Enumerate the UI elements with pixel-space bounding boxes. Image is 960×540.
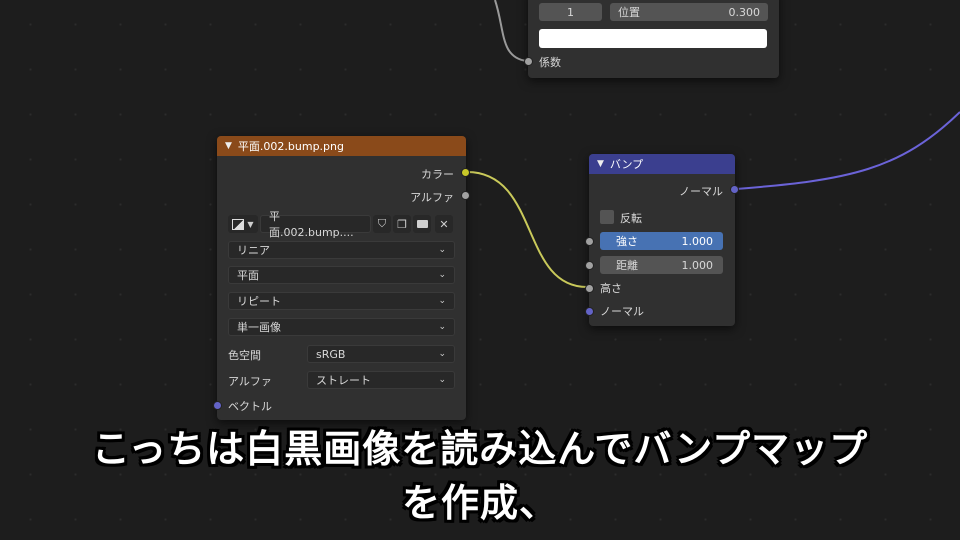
image-node-title: 平面.002.bump.png	[237, 140, 344, 153]
position-field[interactable]: 位置 0.300	[610, 3, 768, 21]
chevron-down-icon: ⌄	[438, 375, 446, 385]
unlink-button[interactable]: ✕	[435, 215, 453, 233]
distance-slider[interactable]: 距離 1.000	[600, 256, 723, 274]
distance-input-socket[interactable]	[585, 261, 594, 270]
bump-node-title: バンプ	[609, 158, 644, 171]
chevron-down-icon: ⌄	[438, 322, 446, 332]
interpolation-select[interactable]: リニア ⌄	[228, 241, 455, 259]
colorspace-value: sRGB	[316, 347, 346, 361]
duplicate-button[interactable]: ❐	[393, 215, 411, 233]
projection-select[interactable]: 平面 ⌄	[228, 266, 455, 284]
open-file-button[interactable]	[413, 215, 431, 233]
colorspace-select[interactable]: sRGB ⌄	[307, 345, 455, 363]
link-factor	[494, 0, 528, 62]
position-label: 位置	[618, 6, 640, 19]
close-icon: ✕	[439, 217, 449, 231]
color-swatch[interactable]	[539, 29, 767, 48]
source-select[interactable]: 単一画像 ⌄	[228, 318, 455, 336]
strength-label: 強さ	[616, 235, 638, 248]
image-name: 平面.002.bump....	[269, 210, 354, 239]
fake-user-button[interactable]: ⛉	[373, 215, 391, 233]
interpolation-value: リニア	[237, 244, 270, 257]
strength-input-socket[interactable]	[585, 237, 594, 246]
normal-output-socket[interactable]	[730, 185, 739, 194]
strength-value: 1.000	[681, 234, 714, 248]
invert-checkbox[interactable]	[600, 210, 614, 224]
factor-label: 係数	[539, 56, 561, 69]
image-browse-button[interactable]: ▼	[228, 215, 258, 233]
projection-value: 平面	[237, 269, 259, 282]
color-output-socket[interactable]	[461, 168, 470, 177]
distance-label: 距離	[616, 259, 638, 272]
colorspace-label: 色空間	[228, 349, 261, 362]
image-name-field[interactable]: 平面.002.bump....	[260, 210, 371, 239]
image-texture-node[interactable]: ▼ 平面.002.bump.png カラー アルファ ▼ 平面.002.bump…	[213, 136, 470, 420]
vector-input-label: ベクトル	[228, 400, 272, 413]
position-value: 0.300	[728, 5, 761, 19]
link-color-to-height	[466, 171, 589, 289]
stop-index-value: 1	[567, 5, 574, 19]
image-node-header[interactable]: ▼ 平面.002.bump.png	[217, 136, 466, 156]
folder-icon	[416, 220, 428, 228]
subtitle-line-2: を作成、	[401, 481, 558, 525]
collapse-caret-icon[interactable]: ▼	[225, 141, 232, 151]
chevron-down-icon: ⌄	[438, 296, 446, 306]
subtitle-line-1: こっちは白黒画像を読み込んでバンプマップ	[91, 427, 869, 471]
invert-label: 反転	[620, 212, 642, 225]
output-color-label: カラー	[421, 168, 454, 181]
height-input-label: 高さ	[600, 282, 622, 295]
chevron-down-icon: ⌄	[438, 349, 446, 359]
factor-input-socket[interactable]	[524, 57, 533, 66]
normal-output-label: ノーマル	[679, 185, 723, 198]
height-input-socket[interactable]	[585, 284, 594, 293]
normal-input-label: ノーマル	[600, 305, 644, 318]
vector-input-socket[interactable]	[213, 401, 222, 410]
chevron-down-icon: ⌄	[438, 245, 446, 255]
alpha-output-socket[interactable]	[461, 191, 470, 200]
extension-value: リピート	[237, 295, 281, 308]
colorramp-node[interactable]: 1 位置 0.300 係数	[524, 0, 779, 78]
distance-value: 1.000	[681, 258, 714, 272]
source-value: 単一画像	[237, 321, 281, 334]
image-icon	[232, 218, 245, 230]
link-normal-out	[735, 111, 960, 190]
output-alpha-label: アルファ	[410, 191, 454, 204]
normal-input-socket[interactable]	[585, 307, 594, 316]
chevron-down-icon: ▼	[247, 219, 254, 229]
extension-select[interactable]: リピート ⌄	[228, 292, 455, 310]
duplicate-icon: ❐	[397, 217, 407, 231]
alpha-mode-label: アルファ	[228, 375, 272, 388]
stop-index-field[interactable]: 1	[539, 3, 602, 21]
bump-node[interactable]: ▼ バンプ ノーマル 反転 強さ 1.000 距離 1.000 高さ ノーマル	[585, 154, 739, 326]
shield-icon: ⛉	[377, 217, 387, 230]
alpha-mode-value: ストレート	[316, 374, 371, 387]
chevron-down-icon: ⌄	[438, 270, 446, 280]
collapse-caret-icon[interactable]: ▼	[597, 159, 604, 169]
alpha-mode-select[interactable]: ストレート ⌄	[307, 371, 455, 389]
bump-node-header[interactable]: ▼ バンプ	[589, 154, 735, 174]
strength-slider[interactable]: 強さ 1.000	[600, 232, 723, 250]
